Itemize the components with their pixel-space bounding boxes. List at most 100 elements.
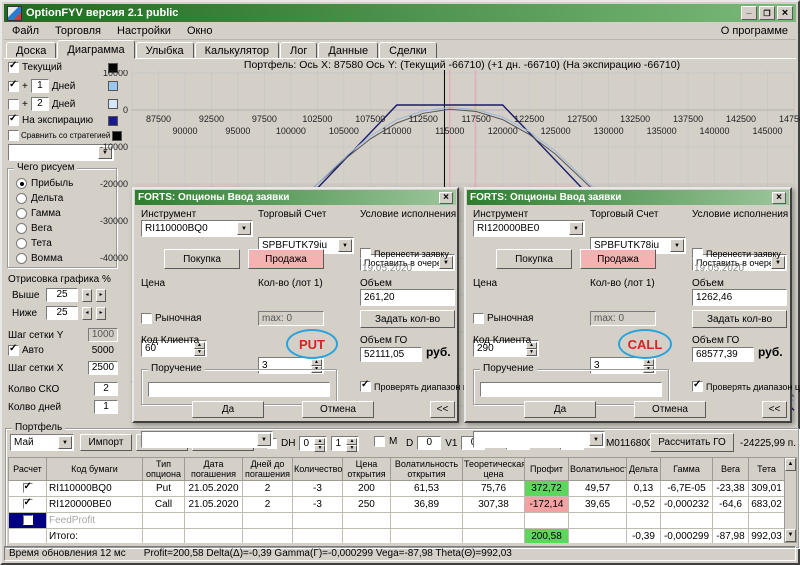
expiry-checkbox[interactable] [8, 115, 19, 126]
radio-vega[interactable] [16, 223, 27, 234]
grid-x-label: Шаг сетки X [8, 363, 63, 374]
order-note-input[interactable] [148, 382, 330, 397]
chevron-down-icon[interactable] [569, 222, 583, 235]
month-combo[interactable]: Май [10, 434, 74, 451]
plus1-checkbox[interactable] [8, 81, 19, 92]
dh-spinner-2[interactable]: 1 [331, 436, 359, 451]
plus2-checkbox[interactable] [8, 99, 19, 110]
above-field[interactable]: 25 [46, 288, 78, 302]
radio-profit[interactable] [16, 178, 27, 189]
dialog-title-bar[interactable]: FORTS: Опционы Ввод заявки [135, 190, 456, 205]
instrument-combo[interactable]: RI110000BQ0 [141, 220, 253, 237]
set-qty-button[interactable]: Задать кол-во [692, 310, 787, 328]
spin-up-icon[interactable] [311, 359, 322, 366]
import-button[interactable]: Импорт [80, 434, 132, 451]
row-checkbox[interactable] [23, 499, 33, 509]
spin-up-icon[interactable] [346, 438, 357, 445]
row-select-cell[interactable] [9, 529, 47, 544]
chevron-down-icon[interactable] [58, 436, 72, 449]
current-checkbox[interactable] [8, 62, 19, 73]
market-checkbox[interactable] [473, 313, 484, 324]
spin-down-icon[interactable] [346, 445, 357, 452]
instrument-combo[interactable]: RI120000BE0 [473, 220, 585, 237]
spin-up-icon[interactable] [643, 359, 654, 366]
chevron-down-icon[interactable] [237, 222, 251, 235]
row-select-cell[interactable] [9, 481, 47, 497]
menu-file[interactable]: Файл [4, 24, 47, 38]
row-checkbox[interactable] [23, 515, 33, 525]
radio-vomma-label: Вомма [31, 253, 63, 264]
dialog-title-bar[interactable]: FORTS: Опционы Ввод заявки [467, 190, 789, 205]
check-price-range-checkbox[interactable] [692, 381, 703, 392]
transfer-order-checkbox[interactable] [692, 248, 703, 259]
spin-down-icon[interactable] [526, 349, 537, 356]
radio-theta[interactable] [16, 238, 27, 249]
transfer-order-checkbox[interactable] [360, 248, 371, 259]
collapse-button[interactable]: << [430, 401, 455, 418]
scroll-up-icon[interactable]: ▲ [785, 458, 796, 471]
order-note-input[interactable] [480, 382, 662, 397]
spin-up-icon[interactable] [314, 438, 325, 445]
row-checkbox[interactable] [23, 483, 33, 493]
menu-window[interactable]: Окно [179, 24, 221, 38]
sell-button[interactable]: Продажа [248, 249, 324, 269]
minimize-button[interactable] [741, 6, 757, 20]
radio-vomma[interactable] [16, 253, 27, 264]
maximize-button[interactable] [759, 6, 775, 20]
chevron-down-icon[interactable] [257, 433, 271, 446]
plus1-days-field[interactable]: 1 [31, 79, 49, 93]
spin-down-icon[interactable] [194, 349, 205, 356]
collapse-button[interactable]: << [762, 401, 787, 418]
tick-label: 100000 [276, 126, 306, 136]
close-button[interactable] [777, 6, 793, 20]
radio-gamma[interactable] [16, 208, 27, 219]
check-price-range-checkbox[interactable] [360, 381, 371, 392]
below-decrement-icon[interactable]: ◂ [82, 307, 92, 320]
close-icon[interactable] [772, 192, 786, 204]
above-decrement-icon[interactable]: ◂ [82, 289, 92, 302]
spin-down-icon[interactable] [314, 445, 325, 452]
client-code-combo[interactable] [473, 431, 605, 448]
buy-button[interactable]: Покупка [164, 249, 240, 269]
close-icon[interactable] [439, 192, 453, 204]
cancel-button[interactable]: Отмена [302, 401, 374, 418]
tab-smile[interactable]: Улыбка [136, 42, 194, 59]
row-select-cell[interactable] [9, 513, 47, 529]
table-cell: -0,39 [627, 529, 661, 544]
tick-label: 115000 [435, 126, 464, 136]
menu-settings[interactable]: Настройки [109, 24, 179, 38]
dh-spinner-1[interactable]: 0 [299, 436, 327, 451]
chevron-down-icon[interactable] [670, 239, 684, 252]
scroll-down-icon[interactable]: ▼ [785, 529, 796, 542]
below-field[interactable]: 25 [46, 306, 78, 320]
buy-button[interactable]: Покупка [496, 249, 572, 269]
radio-delta[interactable] [16, 193, 27, 204]
yes-button[interactable]: Да [192, 401, 264, 418]
tab-log[interactable]: Лог [280, 42, 317, 59]
menu-trade[interactable]: Торговля [47, 24, 109, 38]
calc-go-button[interactable]: Рассчитать ГО [650, 433, 734, 452]
market-checkbox[interactable] [141, 313, 152, 324]
cancel-button[interactable]: Отмена [634, 401, 706, 418]
row-select-cell[interactable] [9, 497, 47, 513]
table-scrollbar[interactable]: ▲ ▼ [784, 457, 797, 543]
column-header: Тета [749, 458, 785, 481]
yes-button[interactable]: Да [524, 401, 596, 418]
tab-data[interactable]: Данные [318, 42, 378, 59]
chevron-down-icon[interactable] [338, 239, 352, 252]
auto-checkbox[interactable] [8, 345, 19, 356]
plus2-days-field[interactable]: 2 [31, 97, 49, 111]
tab-board[interactable]: Доска [6, 42, 56, 59]
chevron-down-icon[interactable] [589, 433, 603, 446]
set-qty-button[interactable]: Задать кол-во [360, 310, 455, 328]
compare-strategy-checkbox[interactable] [8, 130, 19, 141]
tab-diagram[interactable]: Диаграмма [57, 40, 134, 59]
sell-button[interactable]: Продажа [580, 249, 656, 269]
menu-about[interactable]: О программе [713, 24, 796, 38]
m-checkbox[interactable] [374, 436, 385, 447]
title-bar[interactable]: OptionFYV версия 2.1 public [4, 4, 796, 22]
d-field[interactable]: 0 [417, 436, 441, 450]
client-code-combo[interactable] [141, 431, 273, 448]
tab-deals[interactable]: Сделки [379, 42, 437, 59]
tab-calculator[interactable]: Калькулятор [195, 42, 279, 59]
